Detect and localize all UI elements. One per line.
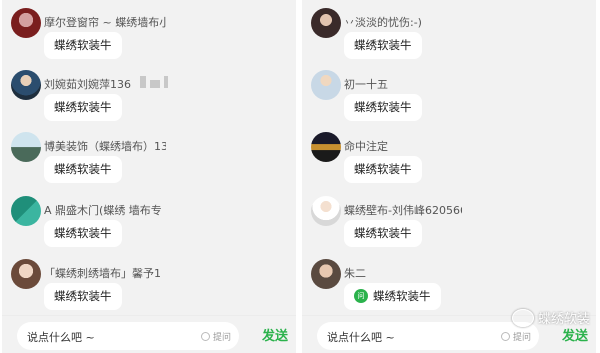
- avatar[interactable]: [311, 132, 341, 162]
- comment-input[interactable]: 说点什么吧 ~ 提问: [17, 322, 239, 350]
- comment-username: 博美装饰（蝶绣墙布）13: [44, 140, 166, 153]
- comment-item: A 鼎盛木门(蝶绣 墙布专 蝶绣软装牛: [2, 196, 296, 256]
- comment-item: 丷淡淡的忧伤:-) 蝶绣软装牛: [302, 8, 596, 68]
- comment-bubble: 蝶绣软装牛: [344, 156, 422, 183]
- comment-item: 蝶绣壁布-刘伟峰620566 蝶绣软装牛: [302, 196, 596, 256]
- avatar[interactable]: [11, 196, 41, 226]
- avatar[interactable]: [311, 70, 341, 100]
- right-comment-panel: 丷淡淡的忧伤:-) 蝶绣软装牛 初一十五 蝶绣软装牛 命中注定 蝶绣软装牛 蝶绣…: [302, 0, 596, 353]
- avatar[interactable]: [311, 8, 341, 38]
- comment-bubble: 蝶绣软装牛: [344, 220, 422, 247]
- ask-label: 提问: [512, 333, 531, 343]
- avatar[interactable]: [11, 70, 41, 100]
- comment-username: 丷淡淡的忧伤:-): [344, 16, 422, 29]
- question-badge-icon: 问: [354, 288, 368, 303]
- watermark-text: 蝶绣软装: [537, 312, 590, 327]
- comment-item: 命中注定 蝶绣软装牛: [302, 132, 596, 192]
- avatar[interactable]: [11, 132, 41, 162]
- comment-input[interactable]: 说点什么吧 ~ 提问: [317, 322, 539, 350]
- comment-item: 「蝶绣刺绣墙布」馨予1 蝶绣软装牛: [2, 259, 296, 319]
- ask-question-toggle[interactable]: 提问: [500, 330, 531, 343]
- radio-icon: [500, 332, 510, 341]
- left-comment-panel: 摩尔登窗帘 ~ 蝶绣墙布小 蝶绣软装牛 刘婉茹刘婉萍136 蝶绣软装牛 博美装饰…: [2, 0, 296, 353]
- avatar[interactable]: [311, 196, 341, 226]
- comment-username: 命中注定: [344, 140, 388, 153]
- comment-input-bar: 说点什么吧 ~ 提问 发送: [2, 315, 296, 353]
- comment-bubble: 蝶绣软装牛: [344, 32, 422, 59]
- radio-icon: [200, 332, 210, 341]
- comment-username: 初一十五: [344, 78, 388, 91]
- watermark: 蝶绣软装: [511, 308, 590, 327]
- comment-item: 初一十五 蝶绣软装牛: [302, 70, 596, 130]
- comment-username: 摩尔登窗帘 ~ 蝶绣墙布小: [44, 16, 166, 29]
- comment-username: 蝶绣壁布-刘伟峰620566: [344, 204, 462, 217]
- send-button[interactable]: 发送: [562, 325, 588, 344]
- comment-item: 摩尔登窗帘 ~ 蝶绣墙布小 蝶绣软装牛: [2, 8, 296, 68]
- wechat-logo-icon: [511, 308, 534, 327]
- comment-bubble: 蝶绣软装牛: [344, 94, 422, 121]
- comment-username: A 鼎盛木门(蝶绣 墙布专: [44, 204, 162, 217]
- input-placeholder: 说点什么吧 ~: [27, 331, 95, 344]
- send-button[interactable]: 发送: [262, 325, 288, 344]
- avatar[interactable]: [11, 8, 41, 38]
- comment-bubble: 蝶绣软装牛: [44, 283, 122, 310]
- comment-username: 朱二: [344, 267, 366, 280]
- comment-username: 「蝶绣刺绣墙布」馨予1: [44, 267, 161, 280]
- comment-item: 博美装饰（蝶绣墙布）13 蝶绣软装牛: [2, 132, 296, 192]
- comment-bubble: 蝶绣软装牛: [44, 156, 122, 183]
- ask-question-toggle[interactable]: 提问: [200, 330, 231, 343]
- comment-bubble: 蝶绣软装牛: [44, 32, 122, 59]
- comment-bubble: 问蝶绣软装牛: [344, 283, 441, 310]
- input-placeholder: 说点什么吧 ~: [327, 331, 395, 344]
- comment-text: 蝶绣软装牛: [373, 289, 431, 303]
- ask-label: 提问: [212, 333, 231, 343]
- comment-bubble: 蝶绣软装牛: [44, 94, 122, 121]
- comment-bubble: 蝶绣软装牛: [44, 220, 122, 247]
- redaction-blur: [140, 73, 172, 92]
- avatar[interactable]: [11, 259, 41, 289]
- avatar[interactable]: [311, 259, 341, 289]
